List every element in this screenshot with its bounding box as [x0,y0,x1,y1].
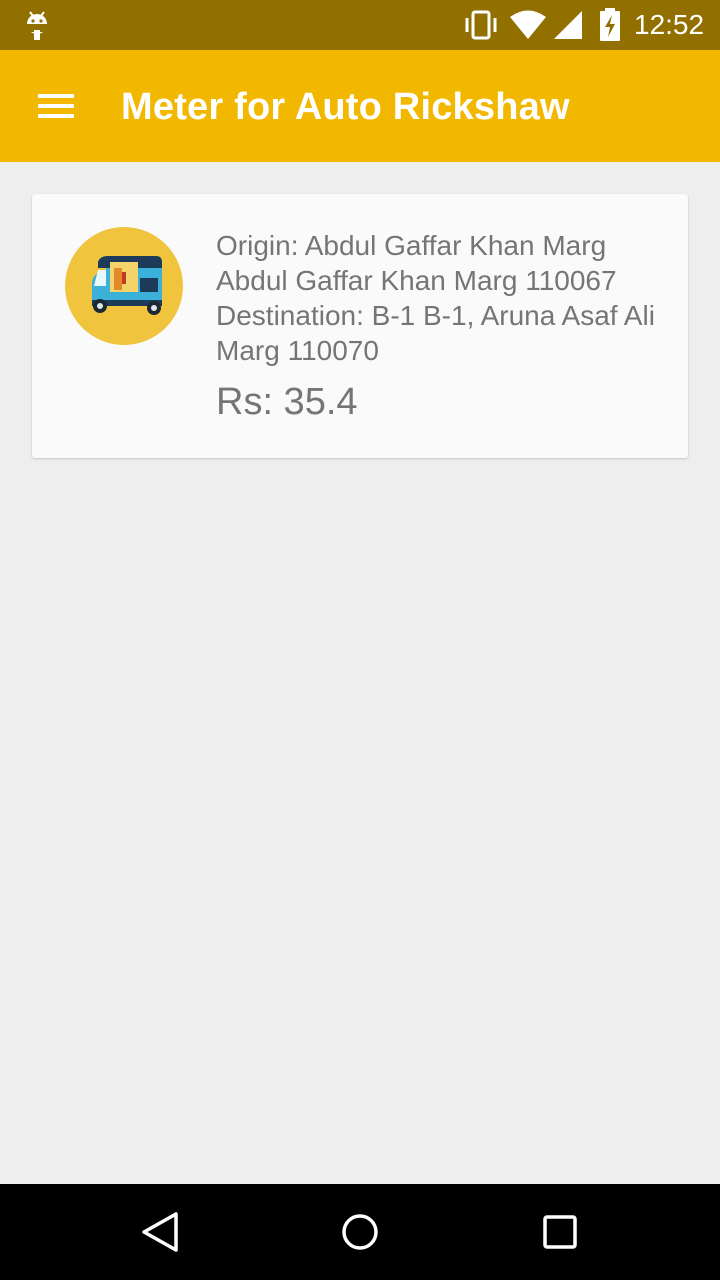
trip-card[interactable]: Origin: Abdul Gaffar Khan Marg Abdul Gaf… [32,194,688,458]
status-bar: 12:52 [0,0,720,50]
page-title: Meter for Auto Rickshaw [121,86,570,128]
battery-charging-icon [600,8,620,41]
wifi-icon [510,10,546,39]
status-clock: 12:52 [634,9,705,40]
android-icon [27,11,47,40]
destination-text: Destination: B-1 B-1, Aruna Asaf Ali Mar… [216,300,655,366]
trip-details: Origin: Abdul Gaffar Khan Marg Abdul Gaf… [216,228,666,424]
fare-text: Rs: 35.4 [216,381,358,423]
recents-icon[interactable] [540,1212,580,1252]
app-bar: Meter for Auto Rickshaw [0,50,720,162]
signal-icon [554,11,582,39]
navigation-bar [0,1184,720,1280]
vibrate-icon [465,10,497,40]
hamburger-menu-icon[interactable] [36,90,76,122]
origin-text: Origin: Abdul Gaffar Khan Marg Abdul Gaf… [216,230,617,296]
auto-rickshaw-icon [65,227,183,345]
home-icon[interactable] [338,1210,382,1254]
back-icon[interactable] [138,1210,182,1254]
